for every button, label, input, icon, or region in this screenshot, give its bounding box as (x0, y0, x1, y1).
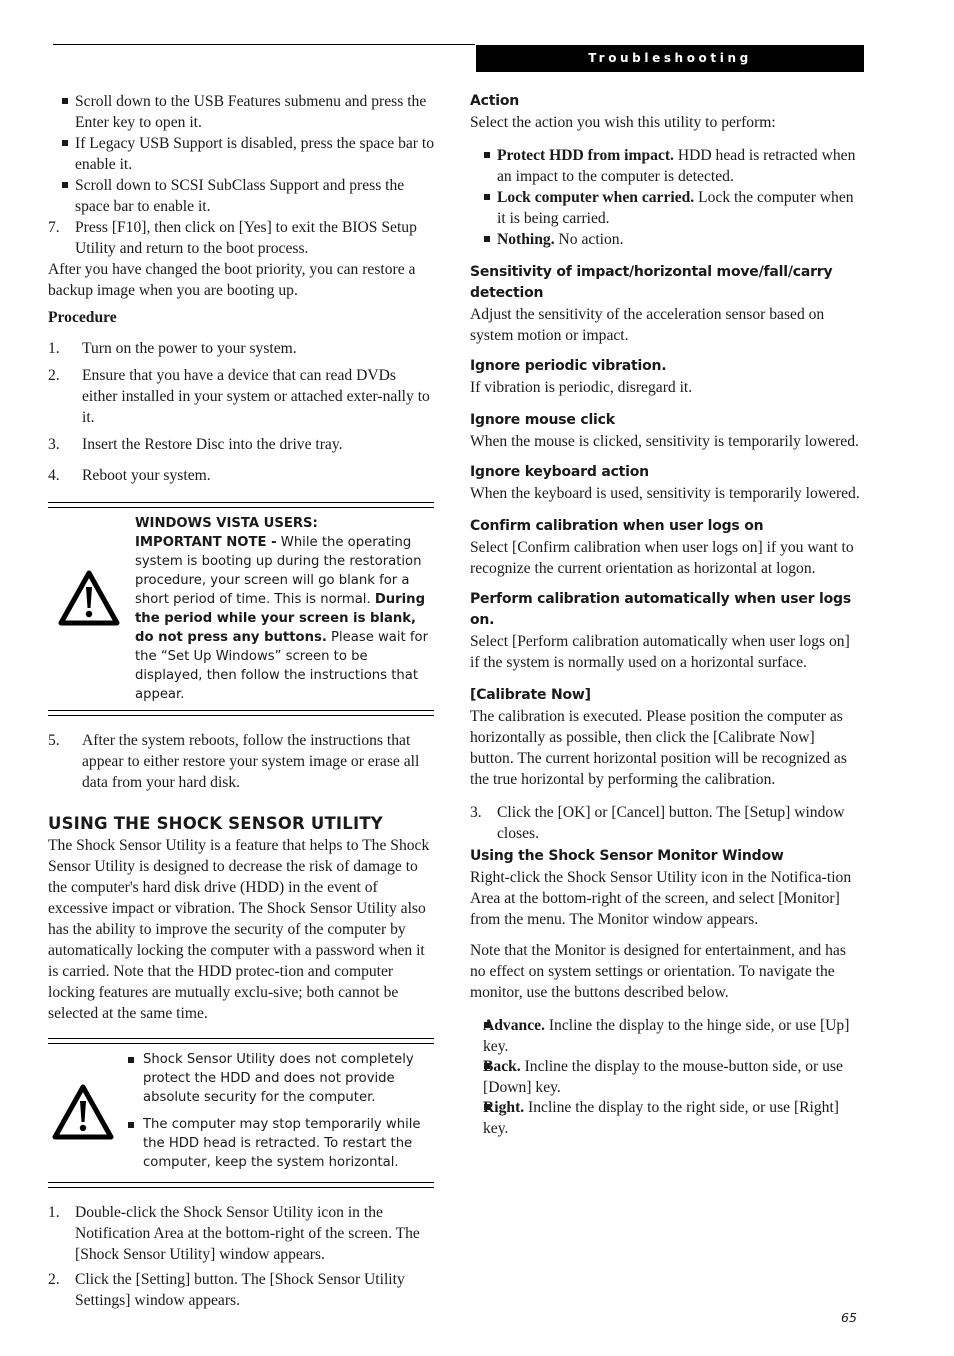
note-rule-bottom (48, 1182, 434, 1188)
step-3: 3. Click the [OK] or [Cancel] button. Th… (470, 802, 862, 844)
warning-icon (58, 570, 120, 626)
bios-bullet-list: Scroll down to the USB Features submenu … (48, 91, 434, 217)
setting-text: When the keyboard is used, sensitivity i… (470, 485, 860, 502)
shock-step: 1. Double-click the Shock Sensor Utility… (48, 1202, 434, 1265)
step-text: Click the [OK] or [Cancel] button. The [… (497, 804, 845, 842)
setting-text: The calibration is executed. Please posi… (470, 708, 847, 788)
page-number: 65 (841, 1310, 857, 1325)
list-item: Advance. Incline the display to the hing… (470, 1015, 862, 1057)
shock-intro: The Shock Sensor Utility is a feature th… (48, 837, 430, 1022)
step-text: Ensure that you have a device that can r… (82, 367, 430, 426)
list-item: If Legacy USB Support is disabled, press… (48, 133, 434, 175)
list-item: Shock Sensor Utility does not completely… (114, 1050, 434, 1107)
setting-heading: [Calibrate Now] (470, 687, 591, 703)
vista-note-box: WINDOWS VISTA USERS: IMPORTANT NOTE - Wh… (48, 502, 434, 716)
setting-item: Perform calibration automatically when u… (470, 589, 862, 673)
item-text: No action. (554, 231, 624, 248)
step-number: 2. (48, 1271, 60, 1288)
note-lead: IMPORTANT NOTE - (135, 535, 277, 550)
step-number: 7. (48, 219, 60, 236)
procedure-step: 1. Turn on the power to your system. (48, 338, 434, 359)
list-item: Protect HDD from impact. HDD head is ret… (470, 145, 862, 187)
step-text: Press [F10], then click on [Yes] to exit… (75, 219, 417, 257)
list-item: Back. Incline the display to the mouse-b… (470, 1056, 862, 1098)
item-label: Advance. (483, 1017, 545, 1034)
setting-text: Select [Perform calibration automaticall… (470, 633, 850, 671)
setting-item: Ignore mouse click When the mouse is cli… (470, 410, 862, 452)
note-bullet-list: Shock Sensor Utility does not completely… (114, 1050, 434, 1172)
setting-heading: Ignore mouse click (470, 412, 615, 428)
monitor-heading: Using the Shock Sensor Monitor Window (470, 848, 784, 864)
action-heading: Action (470, 93, 520, 109)
left-column: Scroll down to the USB Features submenu … (48, 91, 434, 1311)
shock-note-box: Shock Sensor Utility does not completely… (48, 1038, 434, 1188)
procedure-label: Procedure (48, 309, 117, 326)
step-7: 7. Press [F10], then click on [Yes] to e… (48, 217, 434, 259)
step-text: Double-click the Shock Sensor Utility ic… (75, 1204, 420, 1263)
setting-heading: Ignore periodic vibration. (470, 358, 667, 374)
monitor-text: Right-click the Shock Sensor Utility ico… (470, 869, 852, 928)
list-item: Nothing. No action. (470, 229, 862, 250)
step-number: 3. (48, 436, 60, 453)
shock-step: 2. Click the [Setting] button. The [Shoc… (48, 1269, 434, 1311)
step-text: Insert the Restore Disc into the drive t… (82, 436, 343, 453)
note-heading: WINDOWS VISTA USERS: (135, 516, 318, 531)
step-number: 5. (48, 732, 60, 749)
section-title: USING THE SHOCK SENSOR UTILITY (48, 814, 383, 833)
step-text: Turn on the power to your system. (82, 340, 297, 357)
list-item: The computer may stop temporarily while … (114, 1115, 434, 1172)
action-intro: Select the action you wish this utility … (470, 114, 776, 131)
setting-heading: Sensitivity of impact/horizontal move/fa… (470, 264, 833, 301)
setting-heading: Ignore keyboard action (470, 464, 649, 480)
step-number: 1. (48, 1204, 60, 1221)
note-text: WINDOWS VISTA USERS: IMPORTANT NOTE - Wh… (135, 514, 434, 704)
header-rule (53, 44, 475, 45)
item-label: Nothing. (497, 231, 555, 248)
monitor-bullet-list: Advance. Incline the display to the hing… (470, 1015, 862, 1139)
setting-item: Confirm calibration when user logs on Se… (470, 516, 862, 579)
procedure-step: 3. Insert the Restore Disc into the driv… (48, 434, 434, 455)
right-column: Action Select the action you wish this u… (470, 91, 862, 1139)
item-label: Back. (483, 1058, 521, 1075)
step-number: 3. (470, 804, 482, 821)
warning-icon (52, 1084, 114, 1140)
setting-heading: Confirm calibration when user logs on (470, 518, 764, 534)
item-label: Right. (483, 1099, 525, 1116)
step-number: 1. (48, 340, 60, 357)
procedure-step: 2. Ensure that you have a device that ca… (48, 365, 434, 428)
setting-text: Adjust the sensitivity of the accelerati… (470, 306, 825, 344)
monitor-note: Note that the Monitor is designed for en… (470, 942, 846, 1001)
item-text: Incline the display to the right side, o… (483, 1099, 840, 1137)
setting-item: Ignore keyboard action When the keyboard… (470, 462, 862, 504)
item-text: Incline the display to the mouse-button … (483, 1058, 843, 1096)
list-item: Lock computer when carried. Lock the com… (470, 187, 862, 229)
list-item: Scroll down to the USB Features submenu … (48, 91, 434, 133)
setting-text: When the mouse is clicked, sensitivity i… (470, 433, 859, 450)
step-text: After the system reboots, follow the ins… (82, 732, 420, 791)
setting-text: Select [Confirm calibration when user lo… (470, 539, 854, 577)
setting-item: Ignore periodic vibration. If vibration … (470, 356, 862, 398)
action-bullet-list: Protect HDD from impact. HDD head is ret… (470, 145, 862, 250)
step-text: Click the [Setting] button. The [Shock S… (75, 1271, 405, 1309)
procedure-step: 5. After the system reboots, follow the … (48, 730, 434, 793)
setting-text: If vibration is periodic, disregard it. (470, 379, 693, 396)
step-number: 2. (48, 367, 60, 384)
list-item: Scroll down to SCSI SubClass Support and… (48, 175, 434, 217)
setting-item: [Calibrate Now] The calibration is execu… (470, 685, 862, 790)
section-banner: Troubleshooting (476, 45, 864, 72)
setting-heading: Perform calibration automatically when u… (470, 591, 851, 628)
list-item: Right. Incline the display to the right … (470, 1097, 862, 1139)
step-number: 4. (48, 467, 60, 484)
setting-item: Sensitivity of impact/horizontal move/fa… (470, 262, 862, 346)
procedure-step: 4. Reboot your system. (48, 465, 434, 486)
step-text: Reboot your system. (82, 467, 211, 484)
item-label: Protect HDD from impact. (497, 147, 674, 164)
item-label: Lock computer when carried. (497, 189, 695, 206)
after-text: After you have changed the boot priority… (48, 261, 416, 299)
note-rule-bottom (48, 710, 434, 716)
